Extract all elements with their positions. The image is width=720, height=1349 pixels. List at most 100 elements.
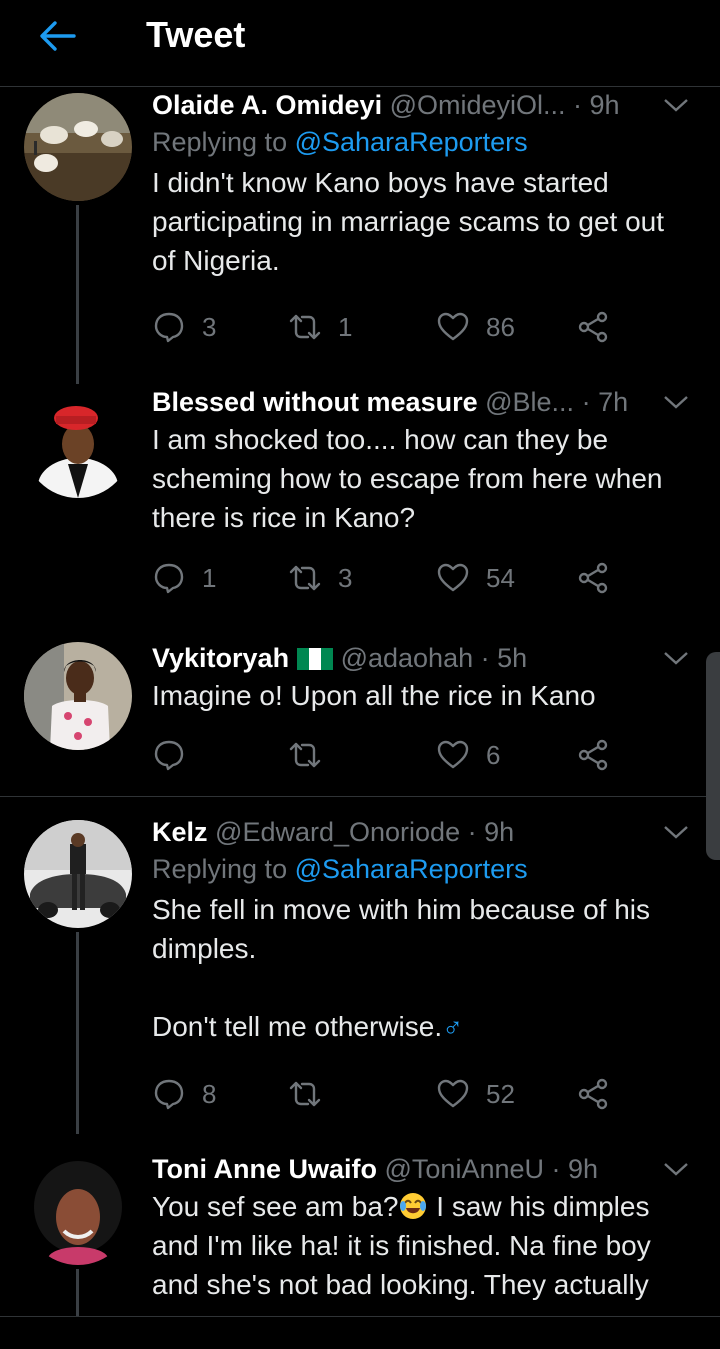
scrollbar-thumb[interactable] [706, 652, 720, 860]
display-name[interactable]: Olaide A. Omideyi [152, 90, 382, 120]
retweet-count: 1 [338, 311, 353, 342]
like-button[interactable]: 6 [436, 735, 500, 775]
replying-to: Replying to @SaharaReporters [152, 850, 690, 888]
retweet-count: 3 [338, 562, 353, 593]
user-handle: @ToniAnneU [384, 1154, 545, 1184]
like-button[interactable]: 54 [436, 558, 515, 598]
reply-count: 8 [202, 1078, 217, 1109]
tweet-text-paragraph: Don't tell me otherwise.♂ [152, 1007, 690, 1046]
retweet-button[interactable]: 1 [288, 307, 352, 347]
back-button[interactable] [38, 19, 78, 53]
tweet-meta: Olaide A. Omideyi @OmideyiOl... · 9h [152, 89, 690, 121]
share-button[interactable] [576, 307, 610, 347]
chevron-down-icon[interactable] [662, 95, 690, 115]
share-icon [578, 1078, 608, 1110]
male-sign-icon: ♂ [442, 1011, 464, 1042]
replying-to-label: Replying to [152, 854, 295, 884]
tweet-actions: 6 [152, 735, 632, 775]
share-icon [578, 562, 608, 594]
tweet-text-part: You sef see am ba? [152, 1191, 399, 1222]
tweet-item[interactable]: Blessed without measure @Ble... · 7h I a… [0, 357, 720, 624]
mention-link[interactable]: @SaharaReporters [295, 854, 528, 884]
heart-icon [437, 1079, 469, 1108]
retweet-button[interactable]: 3 [288, 558, 352, 598]
chevron-down-icon[interactable] [662, 1159, 690, 1179]
speech-bubble-icon [154, 740, 184, 771]
reply-button[interactable]: 1 [152, 558, 216, 598]
tweet-item[interactable]: Olaide A. Omideyi @OmideyiOl... · 9h Rep… [0, 87, 720, 357]
chevron-down-icon[interactable] [662, 822, 690, 842]
heart-icon [437, 563, 469, 592]
tweet-text-line: Don't tell me otherwise. [152, 1011, 443, 1042]
chevron-down-icon[interactable] [662, 648, 690, 668]
timestamp[interactable]: 9h [568, 1154, 598, 1184]
tweet-meta: Toni Anne Uwaifo @ToniAnneU · 9h [152, 1153, 690, 1185]
reply-button[interactable]: 8 [152, 1074, 216, 1114]
share-button[interactable] [576, 735, 610, 775]
separator: · [565, 90, 590, 120]
top-bar: Tweet [0, 0, 720, 87]
retweet-button[interactable] [288, 1074, 338, 1114]
tweet-item[interactable]: Vykitoryah @adaohah · 5h Imagine o! Upon… [0, 640, 720, 796]
tears-of-joy-emoji [400, 1193, 427, 1219]
tweet-item[interactable]: Kelz @Edward_Onoriode · 9h Replying to @… [0, 814, 720, 1134]
display-name[interactable]: Toni Anne Uwaifo [152, 1154, 377, 1184]
reply-count: 1 [202, 562, 217, 593]
timestamp[interactable]: 9h [590, 90, 620, 120]
timestamp[interactable]: 9h [484, 817, 514, 847]
reply-count: 3 [202, 311, 217, 342]
tweet-meta: Kelz @Edward_Onoriode · 9h [152, 816, 690, 848]
page-title: Tweet [146, 14, 246, 55]
like-button[interactable]: 52 [436, 1074, 515, 1114]
like-count: 86 [486, 311, 515, 342]
replying-to-label: Replying to [152, 127, 295, 157]
thread-line [76, 1269, 79, 1316]
separator: · [544, 1154, 568, 1184]
chevron-down-icon[interactable] [662, 392, 690, 412]
share-icon [578, 739, 608, 771]
retweet-button[interactable] [288, 735, 338, 775]
avatar[interactable] [24, 820, 132, 928]
speech-bubble-icon [154, 563, 184, 594]
tweet-meta: Blessed without measure @Ble... · 7h [152, 386, 690, 418]
thread-line [76, 205, 79, 357]
tweet-text: She fell in move with him because of his… [152, 890, 690, 1046]
avatar[interactable] [24, 1157, 132, 1265]
reply-button[interactable]: 3 [152, 307, 216, 347]
avatar[interactable] [24, 642, 132, 750]
avatar[interactable] [24, 390, 132, 498]
retweet-icon [289, 565, 321, 591]
retweet-icon [289, 314, 321, 340]
tweet-text: I didn't know Kano boys have started par… [152, 167, 665, 276]
timestamp[interactable]: 5h [497, 643, 527, 673]
reply-button[interactable] [152, 735, 202, 775]
nigeria-flag-icon [297, 648, 334, 670]
separator: · [473, 643, 498, 673]
tweet-meta: Vykitoryah @adaohah · 5h [152, 642, 690, 674]
like-count: 52 [486, 1078, 515, 1109]
display-name[interactable]: Vykitoryah [152, 643, 289, 673]
tweet-actions: 1 3 54 [152, 558, 632, 598]
separator: · [460, 817, 485, 847]
tweet-item[interactable]: Toni Anne Uwaifo @ToniAnneU · 9h You sef… [0, 1151, 720, 1316]
share-button[interactable] [576, 558, 610, 598]
user-handle: @Edward_Onoriode [215, 817, 461, 847]
share-icon [578, 311, 608, 343]
heart-icon [437, 312, 469, 341]
mention-link[interactable]: @SaharaReporters [295, 127, 528, 157]
retweet-icon [289, 1081, 321, 1107]
speech-bubble-icon [154, 312, 184, 343]
like-button[interactable]: 86 [436, 307, 515, 347]
share-button[interactable] [576, 1074, 610, 1114]
tweet-text: You sef see am ba? I saw his dimples and… [152, 1187, 690, 1304]
display-name[interactable]: Kelz [152, 817, 208, 847]
arrow-left-icon [40, 21, 76, 51]
display-name[interactable]: Blessed without measure [152, 387, 478, 417]
thread-divider [0, 796, 720, 797]
tweet-actions: 3 1 86 [152, 307, 632, 347]
tweet-text: Imagine o! Upon all the rice in Kano [152, 680, 596, 711]
thread-line [76, 932, 79, 1134]
bottom-bar [0, 1316, 720, 1349]
avatar[interactable] [24, 93, 132, 201]
timestamp[interactable]: 7h [598, 387, 628, 417]
